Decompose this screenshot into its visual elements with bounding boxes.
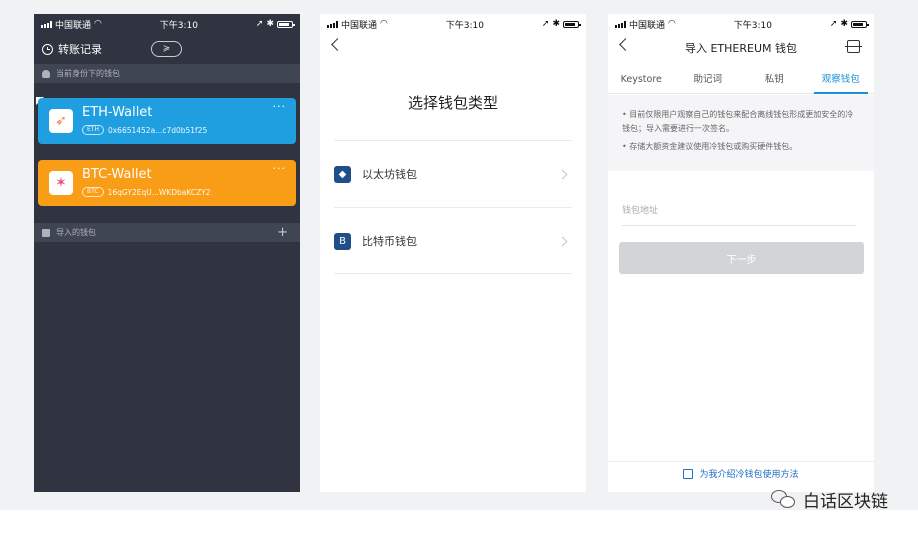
signal-icon	[41, 20, 52, 28]
wechat-icon	[771, 489, 797, 510]
watermark-text: 白话区块链	[803, 492, 888, 512]
bluetooth-icon: ✱	[552, 19, 560, 29]
status-bar: 中国联通 ◠ 下午3:10 ➚ ✱	[34, 14, 300, 34]
battery-icon	[851, 20, 869, 28]
wallet-address: 16qGY2EqU...WKDbaKCZY2	[107, 187, 211, 197]
carrier-label: 中国联通	[55, 20, 92, 31]
battery-icon	[563, 20, 581, 28]
bitcoin-icon: B	[334, 232, 351, 250]
wallet-name: BTC-Wallet	[82, 167, 152, 182]
scan-qr-icon[interactable]	[845, 40, 862, 53]
select-wallet-type-screen: 中国联通 ◠ 下午3:10 ➚ ✱ 选择钱包类型 ◆ 以太坊钱包 B 比特币钱包	[320, 14, 586, 492]
divider	[334, 273, 572, 274]
transfer-history-header[interactable]: 转账记录 ≽	[34, 36, 300, 62]
import-method-tabs: Keystore 助记词 私钥 观察钱包	[608, 68, 874, 94]
battery-icon	[277, 20, 295, 28]
wallet-type-ethereum[interactable]: ◆ 以太坊钱包	[320, 141, 586, 207]
more-options-icon[interactable]: ···	[273, 100, 287, 113]
wallet-address: 0x6651452a...c7d0b51f25	[107, 125, 208, 135]
tab-private-key[interactable]: 私钥	[741, 68, 808, 93]
identity-switch-button[interactable]: ≽	[151, 41, 182, 57]
section-title: 导入的钱包	[56, 228, 96, 237]
divider	[608, 461, 874, 462]
wallet-address-row: ETH 0x6651452a...c7d0b51f25	[82, 125, 207, 135]
status-time: 下午3:10	[445, 20, 484, 31]
book-icon	[683, 468, 694, 479]
tab-watch-wallet[interactable]: 观察钱包	[808, 68, 875, 94]
wechat-watermark: 白话区块链	[771, 487, 888, 512]
add-wallet-icon[interactable]: +	[277, 225, 288, 240]
more-options-icon[interactable]: ···	[273, 162, 287, 175]
carrier-label: 中国联通	[629, 20, 666, 31]
location-icon: ➚	[255, 19, 264, 29]
clock-icon	[42, 43, 53, 55]
section-imported-wallets: 导入的钱包 +	[34, 223, 300, 242]
transfer-history-title: 转账记录	[58, 43, 102, 56]
coin-tag: BTC	[82, 187, 104, 197]
cold-wallet-guide-label: 为我介绍冷钱包使用方法	[699, 470, 799, 480]
location-icon: ➚	[541, 19, 550, 29]
status-time: 下午3:10	[159, 20, 198, 31]
wifi-icon: ◠	[380, 19, 388, 29]
page-title: 选择钱包类型	[407, 94, 498, 112]
cold-wallet-guide-link[interactable]: 为我介绍冷钱包使用方法	[608, 467, 874, 480]
tab-keystore[interactable]: Keystore	[608, 68, 675, 93]
notice-line: • 存储大额资金建议使用冷钱包或购买硬件钱包。	[622, 142, 798, 151]
signal-icon	[327, 20, 338, 28]
carrier-label: 中国联通	[341, 20, 378, 31]
status-time: 下午3:10	[733, 20, 772, 31]
bluetooth-icon: ✱	[266, 19, 274, 29]
page-title: 导入 ETHEREUM 钱包	[684, 42, 798, 55]
wallet-card-btc[interactable]: ✶ BTC-Wallet BTC 16qGY2EqU...WKDbaKCZY2 …	[38, 160, 296, 206]
eth-wallet-logo-icon: ➶	[49, 109, 73, 133]
back-arrow-icon[interactable]	[331, 38, 344, 51]
btc-wallet-logo-icon: ✶	[49, 171, 73, 195]
notice-line: • 目前仅限用户观察自己的钱包来配合离线钱包形成更加安全的冷钱包；导入需要进行一…	[622, 110, 854, 133]
wallet-type-bitcoin[interactable]: B 比特币钱包	[320, 208, 586, 274]
signal-icon	[615, 20, 626, 28]
section-current-identity-wallets: 当前身份下的钱包	[34, 64, 300, 83]
ethereum-icon: ◆	[334, 165, 351, 183]
bluetooth-icon: ✱	[840, 19, 848, 29]
wallet-card-icon	[42, 228, 50, 237]
wifi-icon: ◠	[668, 19, 676, 29]
location-icon: ➚	[829, 19, 838, 29]
status-bar: 中国联通 ◠ 下午3:10 ➚ ✱	[608, 14, 874, 34]
wallet-name: ETH-Wallet	[82, 105, 153, 120]
wallet-address-row: BTC 16qGY2EqU...WKDbaKCZY2	[82, 187, 211, 197]
status-bar: 中国联通 ◠ 下午3:10 ➚ ✱	[320, 14, 586, 34]
notice-panel: • 目前仅限用户观察自己的钱包来配合离线钱包形成更加安全的冷钱包；导入需要进行一…	[608, 95, 874, 171]
wallet-address-input[interactable]	[622, 196, 856, 226]
coin-tag: ETH	[82, 125, 104, 135]
section-title: 当前身份下的钱包	[56, 69, 120, 78]
wallet-type-label: 比特币钱包	[362, 235, 417, 248]
next-step-button[interactable]: 下一步	[619, 242, 864, 274]
wallet-type-label: 以太坊钱包	[362, 168, 417, 181]
person-icon	[42, 69, 50, 78]
chevron-right-icon	[557, 236, 568, 246]
chevron-right-icon	[557, 169, 568, 179]
wallet-list-screen: 中国联通 ◠ 下午3:10 ➚ ✱ 转账记录 ≽ 当前身份下的钱包 ➶ ETH-…	[34, 14, 300, 492]
import-ethereum-wallet-screen: 中国联通 ◠ 下午3:10 ➚ ✱ 导入 ETHEREUM 钱包 Keystor…	[608, 14, 874, 492]
wallet-card-eth[interactable]: ➶ ETH-Wallet ETH 0x6651452a...c7d0b51f25…	[38, 98, 296, 144]
wifi-icon: ◠	[94, 19, 102, 29]
screenshot-canvas: 中国联通 ◠ 下午3:10 ➚ ✱ 转账记录 ≽ 当前身份下的钱包 ➶ ETH-…	[0, 0, 918, 538]
tab-mnemonic[interactable]: 助记词	[675, 68, 742, 93]
